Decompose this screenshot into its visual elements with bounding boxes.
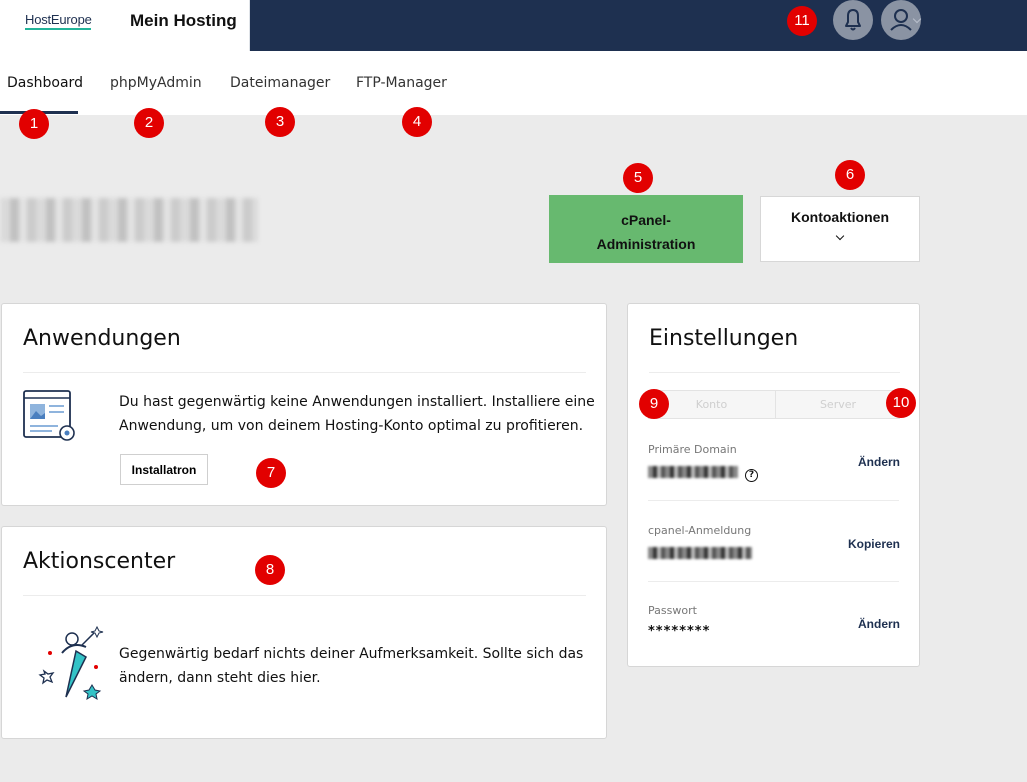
tab-ftp-manager[interactable]: FTP-Manager — [356, 75, 447, 91]
annotation-badge-1: 1 — [19, 109, 49, 139]
annotation-badge-10: 10 — [886, 388, 916, 418]
applications-icon — [23, 390, 75, 441]
hosteurope-logo[interactable]: HostEurope — [25, 12, 92, 27]
annotation-badge-7: 7 — [256, 458, 286, 488]
cpanel-button-line1: cPanel- — [621, 212, 671, 228]
notification-bell-button[interactable] — [833, 0, 873, 40]
segment-server[interactable]: Server — [775, 391, 900, 418]
cpanel-button-line2: Administration — [596, 236, 696, 252]
primary-domain-value-redacted — [648, 466, 738, 478]
top-header: HostEurope Mein Hosting — [0, 0, 1027, 51]
kontoaktionen-button[interactable]: Kontoaktionen — [760, 196, 920, 262]
settings-title: Einstellungen — [649, 326, 799, 351]
change-domain-link[interactable]: Ändern — [858, 455, 900, 469]
primary-domain-label: Primäre Domain — [648, 443, 737, 456]
applications-text-line2: Anwendung, um von deinem Hosting-Konto o… — [119, 418, 584, 434]
logo-underline — [25, 28, 91, 30]
divider — [648, 500, 899, 501]
annotation-badge-5: 5 — [623, 163, 653, 193]
help-icon[interactable]: ? — [745, 469, 758, 482]
action-center-card: Aktionscenter Gegenwärtig bedarf nichts … — [1, 526, 607, 739]
kontoaktionen-label: Kontoaktionen — [791, 209, 889, 225]
settings-segment-control: Konto Server — [648, 390, 900, 419]
divider — [23, 595, 586, 596]
tab-dateimanager[interactable]: Dateimanager — [230, 75, 330, 91]
tab-phpmyadmin[interactable]: phpMyAdmin — [110, 75, 202, 91]
divider — [648, 581, 899, 582]
annotation-badge-3: 3 — [265, 107, 295, 137]
rocket-person-icon — [38, 625, 104, 701]
divider — [649, 372, 900, 373]
brand-area: HostEurope Mein Hosting — [0, 0, 250, 51]
annotation-badge-2: 2 — [134, 108, 164, 138]
cpanel-administration-button[interactable]: cPanel- Administration — [549, 195, 743, 263]
annotation-badge-8: 8 — [255, 555, 285, 585]
annotation-badge-4: 4 — [402, 107, 432, 137]
action-center-title: Aktionscenter — [23, 549, 176, 574]
annotation-badge-9: 9 — [639, 389, 669, 419]
password-value: ******** — [648, 624, 711, 639]
copy-login-link[interactable]: Kopieren — [848, 537, 900, 551]
applications-text-line1: Du hast gegenwärtig keine Anwendungen in… — [119, 394, 595, 410]
chevron-down-icon — [835, 231, 845, 241]
installatron-button[interactable]: Installatron — [120, 454, 208, 485]
action-center-text-line2: ändern, dann steht dies hier. — [119, 670, 321, 686]
annotation-badge-11: 11 — [787, 6, 817, 36]
cpanel-login-value-redacted — [648, 547, 752, 559]
cpanel-login-label: cpanel-Anmeldung — [648, 524, 752, 537]
bell-icon — [845, 9, 861, 31]
settings-card: Einstellungen Konto Server Primäre Domai… — [627, 303, 920, 667]
change-password-link[interactable]: Ändern — [858, 617, 900, 631]
app-title: Mein Hosting — [130, 11, 237, 30]
divider — [23, 372, 586, 373]
applications-card: Anwendungen Du hast gegenwärtig keine An… — [1, 303, 607, 506]
tab-dashboard[interactable]: Dashboard — [7, 75, 83, 91]
account-name-redacted — [0, 198, 258, 242]
annotation-badge-6: 6 — [835, 160, 865, 190]
tab-bar: Dashboard phpMyAdmin Dateimanager FTP-Ma… — [0, 51, 1027, 115]
applications-title: Anwendungen — [23, 326, 181, 351]
password-label: Passwort — [648, 604, 697, 617]
action-center-text-line1: Gegenwärtig bedarf nichts deiner Aufmerk… — [119, 646, 584, 662]
